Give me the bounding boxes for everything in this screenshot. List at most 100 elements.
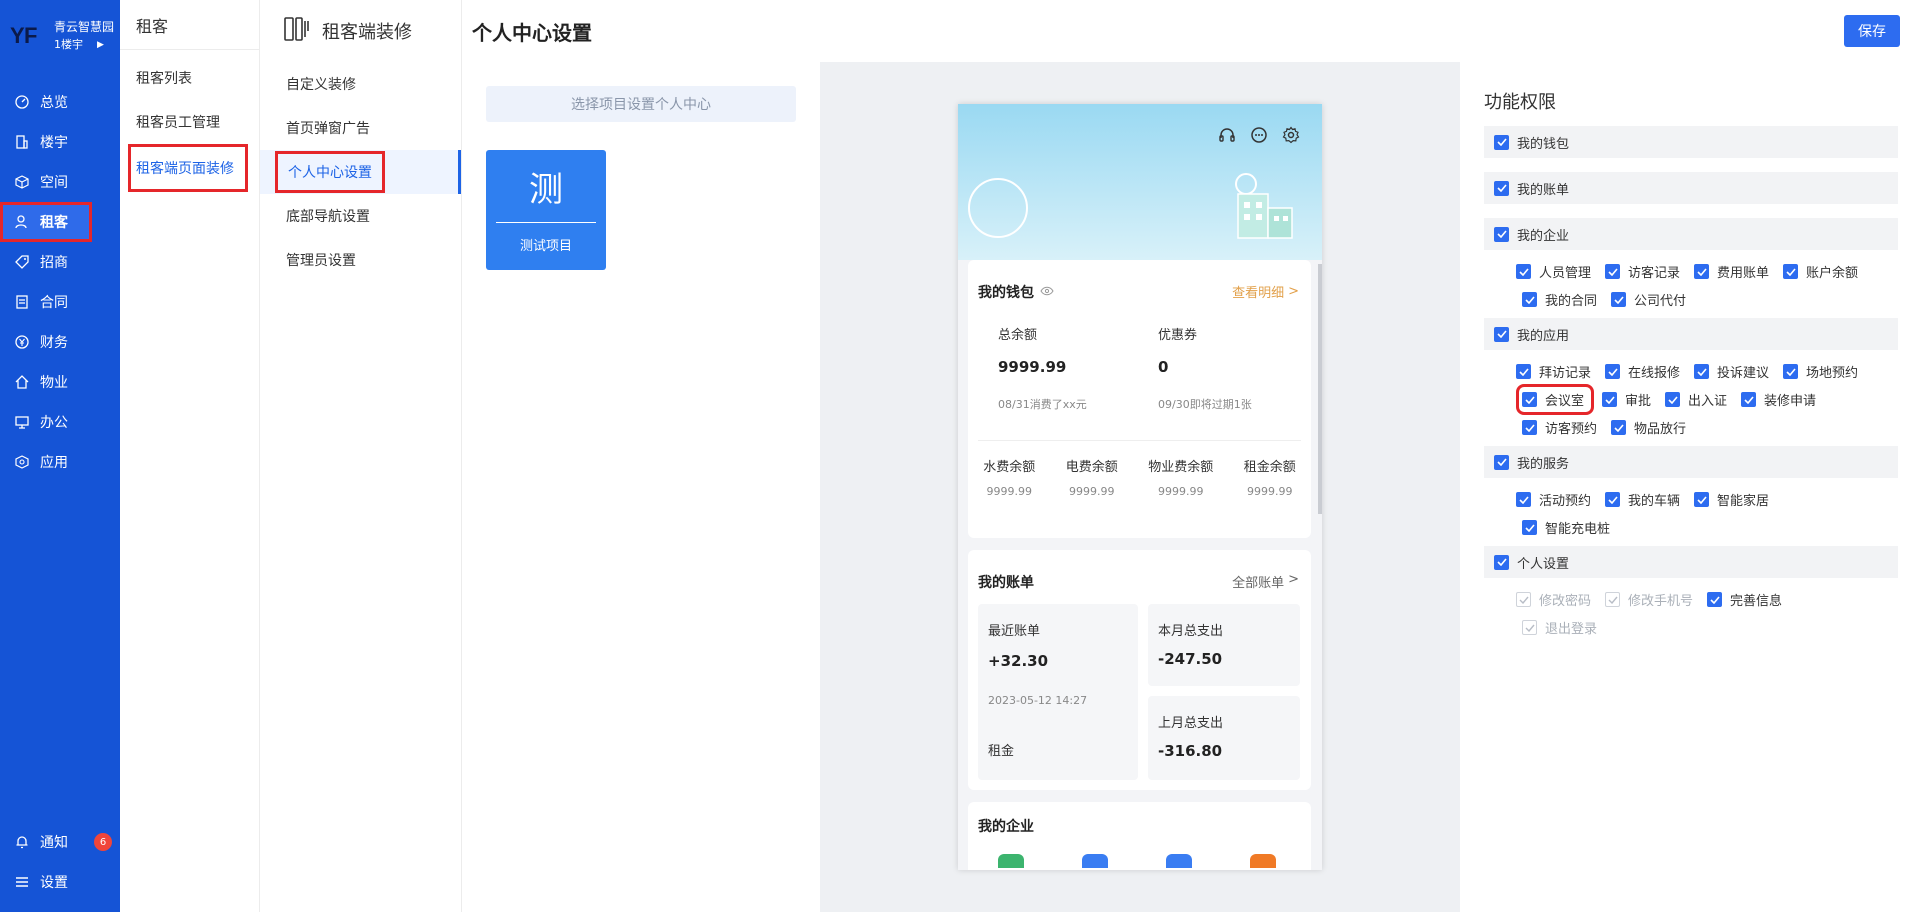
month-expense-box[interactable]: 本月总支出 -247.50 — [1148, 604, 1300, 686]
perm-group-personal[interactable]: 个人设置 — [1484, 546, 1898, 578]
subnav-item-bottom-nav[interactable]: 底部导航设置 — [260, 194, 461, 238]
group-label: 我的服务 — [1517, 456, 1570, 472]
perm-group-bill[interactable]: 我的账单 — [1484, 172, 1898, 204]
nav-label: 合同 — [40, 295, 68, 311]
nav-item-overview[interactable]: 总览 — [0, 82, 120, 122]
perm-staff-management[interactable]: 人员管理 — [1516, 262, 1591, 281]
perm-group-enterprise[interactable]: 我的企业 — [1484, 218, 1898, 250]
building-icon — [14, 134, 30, 150]
nav-item-office[interactable]: 办公 — [0, 402, 120, 442]
balance-label: 水费余额 — [983, 460, 1036, 475]
perm-goods-release[interactable]: 物品放行 — [1611, 418, 1686, 437]
perm-label: 访客记录 — [1628, 266, 1681, 281]
perm-label: 智能家居 — [1717, 494, 1770, 509]
subnav-item-custom-decoration[interactable]: 自定义装修 — [260, 62, 461, 106]
project-card[interactable]: 测 测试项目 — [486, 150, 606, 270]
phone-preview[interactable]: 我的钱包 查看明细 > 总余额 9999.99 08/31消费了xx元 优惠券 … — [958, 104, 1322, 870]
wallet-card: 我的钱包 查看明细 > 总余额 9999.99 08/31消费了xx元 优惠券 … — [968, 260, 1311, 538]
brand[interactable]: YF 青云智慧园 1楼宇 ▶ — [0, 0, 120, 72]
document-icon — [14, 294, 30, 310]
checkbox-checked-icon[interactable] — [1494, 454, 1509, 470]
perm-ev-charger[interactable]: 智能充电桩 — [1522, 518, 1610, 537]
perm-label: 修改密码 — [1539, 594, 1592, 609]
perm-meeting-room[interactable]: 会议室 — [1515, 384, 1595, 415]
nav-item-finance[interactable]: 财务 — [0, 322, 120, 362]
nav-label: 总览 — [40, 95, 68, 111]
nav-item-tenant[interactable]: 租客 — [0, 202, 92, 242]
avatar — [968, 178, 1028, 238]
building-selector[interactable]: 1楼宇 — [54, 36, 83, 54]
perm-visitor-records[interactable]: 访客记录 — [1605, 262, 1680, 281]
subnav-item-page-decoration[interactable]: 租客端页面装修 — [128, 144, 248, 192]
checkbox-disabled-icon — [1516, 592, 1531, 607]
perm-change-phone: 修改手机号 — [1605, 590, 1693, 609]
balance-value: 9999.99 — [1068, 485, 1115, 498]
perm-renovation-request[interactable]: 装修申请 — [1741, 390, 1816, 409]
all-bills-link[interactable]: 全部账单 — [1232, 572, 1284, 591]
nav-item-notifications[interactable]: 通知 6 — [0, 822, 120, 862]
wallet-detail-link[interactable]: 查看明细 — [1232, 282, 1284, 301]
perm-group-wallet[interactable]: 我的钱包 — [1484, 126, 1898, 158]
checkbox-checked-icon[interactable] — [1494, 326, 1509, 342]
enterprise-app-icon[interactable] — [998, 854, 1024, 868]
enterprise-app-icon[interactable] — [1250, 854, 1276, 868]
perm-complete-info[interactable]: 完善信息 — [1707, 590, 1782, 609]
checkbox-checked-icon — [1605, 492, 1621, 507]
group-label: 我的企业 — [1517, 228, 1570, 244]
perm-online-repair[interactable]: 在线报修 — [1605, 362, 1680, 381]
subnav-item-staff-management[interactable]: 租客员工管理 — [120, 100, 259, 144]
checkbox-checked-icon — [1665, 392, 1681, 407]
phone-scrollbar[interactable] — [1318, 264, 1322, 514]
last-month-expense-label: 上月总支出 — [1158, 716, 1224, 731]
caret-right-icon: ▶ — [97, 40, 104, 50]
recent-bill-label: 最近账单 — [988, 624, 1041, 639]
bill-card: 我的账单 全部账单 > 最近账单 +32.30 2023-05-12 14:27… — [968, 550, 1311, 790]
checkbox-checked-icon[interactable] — [1494, 226, 1509, 242]
subnav-item-admin[interactable]: 管理员设置 — [260, 238, 461, 282]
perm-logout: 退出登录 — [1522, 618, 1597, 637]
message-icon — [1250, 126, 1268, 148]
balance-value: 9999.99 — [1157, 485, 1204, 498]
box-icon — [14, 454, 30, 470]
perm-visitor-booking[interactable]: 访客预约 — [1522, 418, 1597, 437]
perm-account-balance[interactable]: 账户余额 — [1783, 262, 1858, 281]
nav-item-investment[interactable]: 招商 — [0, 242, 120, 282]
group-label: 我的钱包 — [1517, 136, 1570, 152]
eye-icon[interactable] — [1040, 284, 1054, 300]
checkbox-checked-icon[interactable] — [1494, 134, 1509, 150]
project-select[interactable]: 选择项目设置个人中心 — [486, 86, 796, 122]
perm-company-pay[interactable]: 公司代付 — [1611, 290, 1686, 309]
nav-item-contract[interactable]: 合同 — [0, 282, 120, 322]
nav-item-space[interactable]: 空间 — [0, 162, 120, 202]
enterprise-app-icon[interactable] — [1082, 854, 1108, 868]
perm-event-booking[interactable]: 活动预约 — [1516, 490, 1591, 509]
subnav-item-tenant-list[interactable]: 租客列表 — [120, 56, 259, 100]
perm-venue-booking[interactable]: 场地预约 — [1783, 362, 1858, 381]
perm-group-app[interactable]: 我的应用 — [1484, 318, 1898, 350]
nav-item-settings[interactable]: 设置 — [0, 862, 120, 902]
nav-item-building[interactable]: 楼宇 — [0, 122, 120, 162]
checkbox-checked-icon[interactable] — [1494, 180, 1509, 196]
perm-approval[interactable]: 审批 — [1602, 390, 1651, 409]
nav-item-apps[interactable]: 应用 — [0, 442, 120, 482]
perm-my-vehicle[interactable]: 我的车辆 — [1605, 490, 1680, 509]
subnav-item-personal-center[interactable]: 个人中心设置 — [260, 150, 461, 194]
perm-my-contract[interactable]: 我的合同 — [1522, 290, 1597, 309]
subnav-item-popup-ad[interactable]: 首页弹窗广告 — [260, 106, 461, 150]
perm-access-pass[interactable]: 出入证 — [1665, 390, 1727, 409]
balance-value: 9999.99 — [1246, 485, 1293, 498]
last-month-expense-box[interactable]: 上月总支出 -316.80 — [1148, 696, 1300, 780]
recent-bill-box[interactable]: 最近账单 +32.30 2023-05-12 14:27 租金 — [978, 604, 1138, 780]
perm-group-service[interactable]: 我的服务 — [1484, 446, 1898, 478]
perm-complaint[interactable]: 投诉建议 — [1694, 362, 1769, 381]
enterprise-app-icon[interactable] — [1166, 854, 1192, 868]
perm-smart-home[interactable]: 智能家居 — [1694, 490, 1769, 509]
checkbox-checked-icon[interactable] — [1494, 554, 1509, 570]
nav-item-property[interactable]: 物业 — [0, 362, 120, 402]
perm-visit-records[interactable]: 拜访记录 — [1516, 362, 1591, 381]
cube-icon — [14, 174, 30, 190]
save-button[interactable]: 保存 — [1844, 15, 1900, 47]
perm-expense-bill[interactable]: 费用账单 — [1694, 262, 1769, 281]
total-balance-label: 总余额 — [998, 328, 1038, 343]
chevron-right-icon: > — [1288, 572, 1299, 587]
